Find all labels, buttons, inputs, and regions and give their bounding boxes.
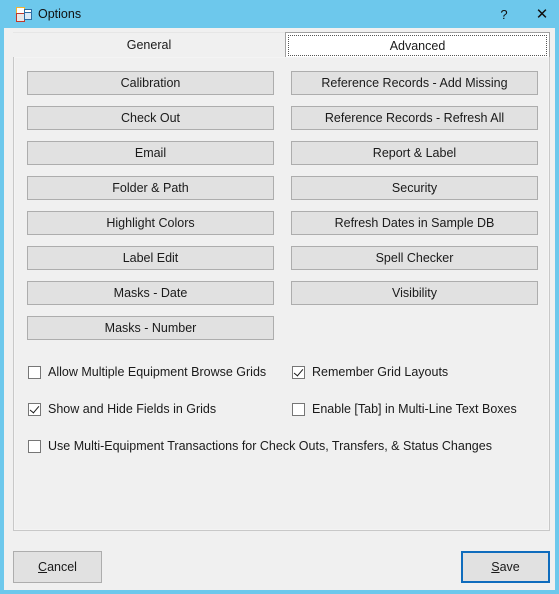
close-icon[interactable]: ✕: [525, 0, 555, 28]
tab-advanced[interactable]: Advanced: [285, 32, 550, 59]
title-bar: Options ? ✕: [4, 0, 555, 28]
save-rest: ave: [499, 560, 520, 574]
checkbox-label: Use Multi-Equipment Transactions for Che…: [48, 439, 492, 453]
save-button[interactable]: Save: [461, 551, 550, 583]
checkbox-use-multi-equipment-transactions[interactable]: Use Multi-Equipment Transactions for Che…: [28, 439, 492, 453]
button-refresh-dates-in-sample-db[interactable]: Refresh Dates in Sample DB: [291, 211, 538, 235]
button-masks-number[interactable]: Masks - Number: [27, 316, 274, 340]
checkbox-allow-multiple-equipment-browse-grids[interactable]: Allow Multiple Equipment Browse Grids: [28, 365, 266, 379]
checkbox-box: [292, 365, 305, 379]
cancel-accel: C: [38, 560, 48, 574]
tab-strip: General Advanced: [13, 32, 550, 59]
tab-general-label: General: [126, 38, 172, 52]
checkbox-box: [28, 402, 41, 416]
checkbox-label: Show and Hide Fields in Grids: [48, 402, 217, 416]
help-glyph: ?: [500, 6, 508, 22]
button-check-out[interactable]: Check Out: [27, 106, 274, 130]
button-label-edit[interactable]: Label Edit: [27, 246, 274, 270]
close-glyph: ✕: [535, 6, 549, 23]
button-visibility[interactable]: Visibility: [291, 281, 538, 305]
button-masks-date[interactable]: Masks - Date: [27, 281, 274, 305]
save-label: Save: [491, 560, 520, 574]
help-icon[interactable]: ?: [487, 0, 521, 28]
button-highlight-colors[interactable]: Highlight Colors: [27, 211, 274, 235]
checkbox-box: [28, 365, 41, 379]
checkbox-label: Allow Multiple Equipment Browse Grids: [48, 365, 267, 379]
button-reference-records-add-missing[interactable]: Reference Records - Add Missing: [291, 71, 538, 95]
options-window: Options ? ✕ General Advanced Calibration…: [0, 0, 559, 594]
button-reference-records-refresh-all[interactable]: Reference Records - Refresh All: [291, 106, 538, 130]
checkbox-box: [28, 439, 41, 453]
checkbox-box: [292, 402, 305, 416]
checkbox-show-and-hide-fields-in-grids[interactable]: Show and Hide Fields in Grids: [28, 402, 216, 416]
checkbox-label: Enable [Tab] in Multi-Line Text Boxes: [312, 402, 517, 416]
tab-advanced-label: Advanced: [389, 38, 446, 53]
button-report-and-label[interactable]: Report & Label: [291, 141, 538, 165]
advanced-tab-panel: Calibration Check Out Email Folder & Pat…: [13, 57, 550, 531]
checkbox-enable-tab-in-multi-line-text-boxes[interactable]: Enable [Tab] in Multi-Line Text Boxes: [292, 402, 517, 416]
button-calibration[interactable]: Calibration: [27, 71, 274, 95]
checkbox-label: Remember Grid Layouts: [312, 365, 449, 379]
tab-general[interactable]: General: [13, 32, 285, 58]
button-security[interactable]: Security: [291, 176, 538, 200]
cancel-label: Cancel: [38, 560, 77, 574]
save-accel: S: [491, 560, 500, 574]
button-email[interactable]: Email: [27, 141, 274, 165]
cancel-rest: ancel: [47, 560, 77, 574]
button-folder-and-path[interactable]: Folder & Path: [27, 176, 274, 200]
winforms-options-icon: [16, 7, 32, 22]
checkbox-remember-grid-layouts[interactable]: Remember Grid Layouts: [292, 365, 448, 379]
window-title: Options: [38, 7, 82, 21]
cancel-button[interactable]: Cancel: [13, 551, 102, 583]
button-spell-checker[interactable]: Spell Checker: [291, 246, 538, 270]
